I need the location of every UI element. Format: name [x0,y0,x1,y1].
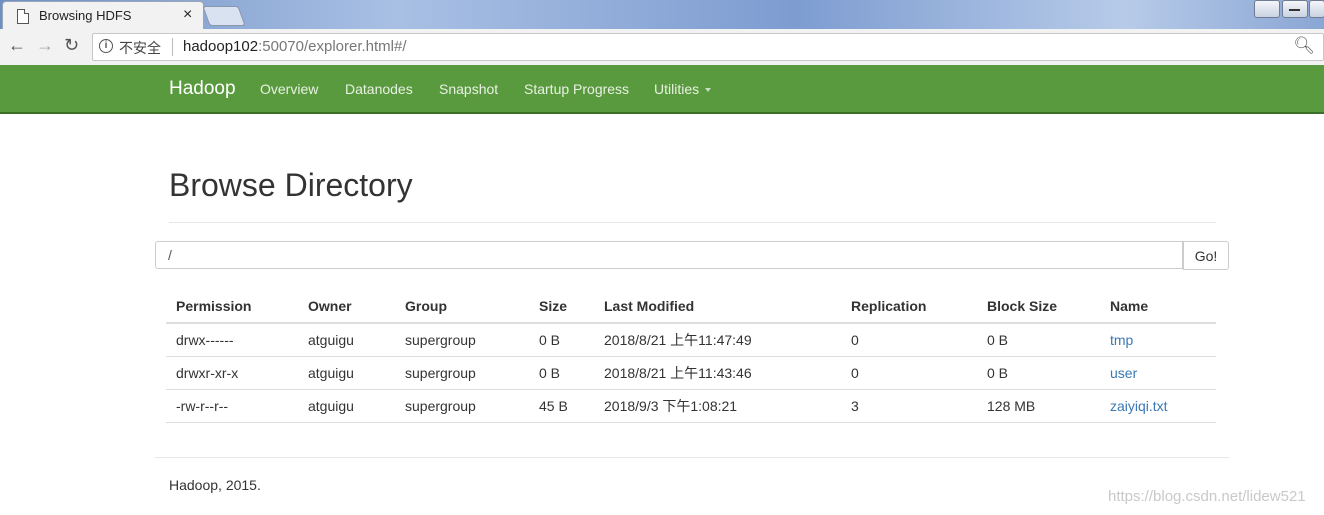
col-replication[interactable]: Replication [841,290,977,324]
col-size[interactable]: Size [529,290,594,324]
nav-utilities[interactable]: Utilities [654,81,712,97]
chevron-down-icon [705,88,712,93]
cell-group: supergroup [395,356,529,390]
watermark: https://blog.csdn.net/lidew521 [1108,488,1306,505]
col-block-size[interactable]: Block Size [977,290,1100,324]
nav-overview[interactable]: Overview [260,81,318,97]
cell-last-modified: 2018/8/21 上午11:47:49 [594,323,841,357]
file-link-tmp[interactable]: tmp [1100,323,1216,357]
user-icon[interactable] [1254,0,1280,18]
cell-size: 0 B [529,356,594,390]
footer-text: Hadoop, 2015. [169,477,261,493]
cell-owner: atguigu [298,389,395,423]
file-link-zaiyiqi[interactable]: zaiyiqi.txt [1100,389,1216,423]
url-box[interactable]: i 不安全 hadoop102:50070/explorer.html#/ 🔍︎ [92,33,1324,61]
table-header-row: Permission Owner Group Size Last Modifie… [166,290,1216,324]
nav-utilities-label: Utilities [654,81,700,97]
tab-close-icon[interactable]: × [183,6,192,24]
go-button[interactable]: Go! [1183,241,1229,270]
page-title: Browse Directory [169,167,413,203]
cell-block-size: 0 B [977,323,1100,357]
cell-size: 45 B [529,389,594,423]
navbar-brand[interactable]: Hadoop [169,78,236,100]
cell-permission: drwx------ [166,323,298,357]
forward-arrow-icon[interactable]: → [36,35,54,56]
directory-path-input[interactable] [155,241,1183,269]
minimize-button[interactable] [1282,0,1308,18]
table-row: -rw-r--r-- atguigu supergroup 45 B 2018/… [166,389,1216,423]
col-permission[interactable]: Permission [166,290,298,324]
cell-permission: -rw-r--r-- [166,389,298,423]
nav-snapshot[interactable]: Snapshot [439,81,498,97]
reload-icon[interactable]: ↻ [64,35,79,56]
url-separator [172,38,173,56]
new-tab-button[interactable] [202,6,246,26]
cell-permission: drwxr-xr-x [166,356,298,390]
title-divider [169,222,1216,223]
address-bar: ← → ↻ i 不安全 hadoop102:50070/explorer.htm… [0,29,1324,66]
url-host: hadoop102 [183,38,259,55]
restore-button[interactable] [1309,0,1324,18]
info-icon[interactable]: i [99,39,113,53]
col-name[interactable]: Name [1100,290,1216,324]
top-navbar: Hadoop Overview Datanodes Snapshot Start… [0,65,1324,114]
zoom-icon[interactable]: 🔍︎ [1293,36,1315,56]
cell-block-size: 0 B [977,356,1100,390]
file-link-user[interactable]: user [1100,356,1216,390]
browser-tab[interactable]: Browsing HDFS × [2,1,204,30]
tab-title: Browsing HDFS [39,8,132,23]
cell-size: 0 B [529,323,594,357]
col-group[interactable]: Group [395,290,529,324]
cell-group: supergroup [395,389,529,423]
col-last-modified[interactable]: Last Modified [594,290,841,324]
cell-last-modified: 2018/9/3 下午1:08:21 [594,389,841,423]
cell-owner: atguigu [298,323,395,357]
insecure-label[interactable]: 不安全 [119,38,161,58]
cell-replication: 3 [841,389,977,423]
browser-tab-strip: Browsing HDFS × [0,0,1324,30]
col-owner[interactable]: Owner [298,290,395,324]
nav-startup-progress[interactable]: Startup Progress [524,81,629,97]
cell-last-modified: 2018/8/21 上午11:43:46 [594,356,841,390]
nav-datanodes[interactable]: Datanodes [345,81,413,97]
cell-replication: 0 [841,323,977,357]
cell-replication: 0 [841,356,977,390]
cell-group: supergroup [395,323,529,357]
footer-divider [155,457,1229,458]
url-path: :50070/explorer.html#/ [258,38,407,55]
back-arrow-icon[interactable]: ← [8,35,26,56]
table-row: drwx------ atguigu supergroup 0 B 2018/8… [166,323,1216,357]
url-text[interactable]: hadoop102:50070/explorer.html#/ [183,38,407,55]
cell-owner: atguigu [298,356,395,390]
cell-block-size: 128 MB [977,389,1100,423]
table-row: drwxr-xr-x atguigu supergroup 0 B 2018/8… [166,356,1216,390]
file-table: Permission Owner Group Size Last Modifie… [166,290,1216,423]
document-icon [17,9,29,24]
